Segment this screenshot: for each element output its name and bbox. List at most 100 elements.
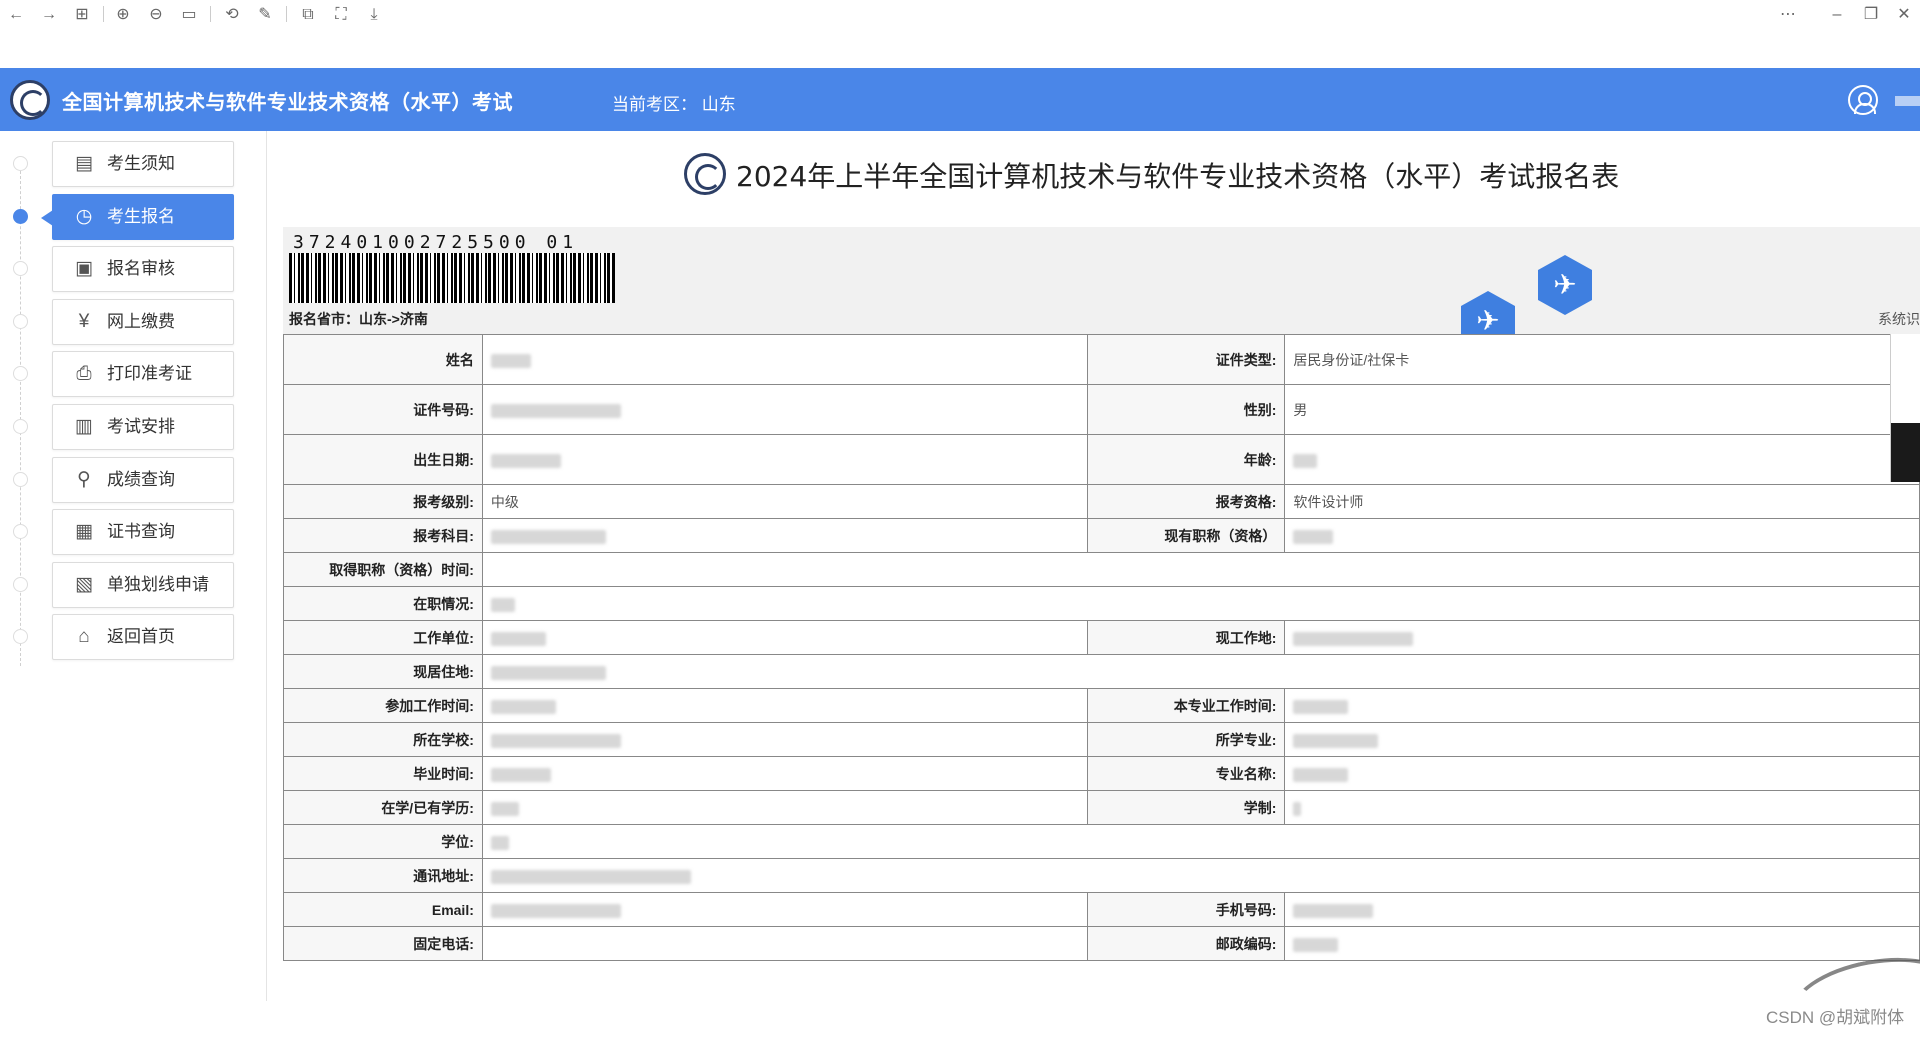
certificate-icon: ▦ bbox=[75, 521, 93, 543]
crop-icon[interactable]: ⧉ bbox=[297, 4, 319, 26]
sidebar-item-label: 证书查询 bbox=[107, 522, 175, 542]
exam-level-value: 中级 bbox=[481, 484, 1088, 519]
edit-icon[interactable]: ✎ bbox=[254, 4, 276, 26]
timeline-dot bbox=[13, 471, 28, 487]
sidebar-item-1[interactable]: ▤ 考生须知 bbox=[52, 141, 234, 187]
table-row: 报考级别: 中级 报考资格: 软件设计师 bbox=[283, 484, 1920, 519]
sidebar-item-10[interactable]: ⌂ 返回首页 bbox=[52, 614, 234, 661]
id-number-value bbox=[481, 384, 1088, 435]
age-label: 年龄: bbox=[1086, 434, 1286, 485]
id-number-label: 证件号码: bbox=[283, 384, 483, 435]
save-icon[interactable]: ⤓ bbox=[363, 4, 385, 26]
gender-label: 性别: bbox=[1086, 384, 1286, 435]
barcode-section: 372401002725500 01 报名省市：山东->济南 系统识 bbox=[283, 227, 1920, 334]
app-header: 全国计算机技术与软件专业技术资格（水平）考试 当前考区： 山东 bbox=[0, 68, 1920, 131]
school-length-value bbox=[1284, 790, 1920, 825]
application-icon: ▧ bbox=[75, 573, 93, 595]
residence-label: 现居住地: bbox=[283, 654, 483, 689]
registration-form-table: 姓名 证件类型: 居民身份证/社保卡 证件号码: 性别: 男 出生日期: 年龄:… bbox=[283, 334, 1920, 961]
sidebar-nav: ▤ 考生须知 ◷ 考生报名 ▣ 报名审核 ¥ 网上缴费 ⎙ 打印准考证 ▥ 考试安排 ⚲ 成绩查询 ▦ 证书查… bbox=[0, 131, 266, 1001]
graduation-time-value bbox=[481, 756, 1088, 791]
id-type-value: 居民身份证/社保卡 bbox=[1284, 334, 1920, 385]
sidebar-item-3[interactable]: ▣ 报名审核 bbox=[52, 246, 234, 293]
timeline-dot bbox=[13, 576, 28, 592]
rotate-icon[interactable]: ⟲ bbox=[221, 4, 243, 26]
current-region-label: 当前考区： 山东 bbox=[612, 95, 736, 114]
fit-icon[interactable]: ▭ bbox=[178, 4, 200, 26]
sidebar-item-6[interactable]: ▥ 考试安排 bbox=[52, 404, 234, 450]
sidebar-divider bbox=[266, 131, 267, 1001]
major-value bbox=[1284, 722, 1920, 757]
zoom-out-icon[interactable]: ⊖ bbox=[145, 4, 167, 26]
residence-value bbox=[481, 654, 1920, 689]
mobile-number-label: 手机号码: bbox=[1086, 892, 1286, 927]
degree-value bbox=[481, 824, 1920, 859]
close-icon[interactable]: ✕ bbox=[1893, 4, 1915, 26]
clock-icon: ◷ bbox=[75, 205, 93, 227]
birth-date-value bbox=[481, 434, 1088, 485]
table-row: 所在学校: 所学专业: bbox=[283, 722, 1920, 757]
table-row: 参加工作时间: 本专业工作时间: bbox=[283, 688, 1920, 723]
schedule-icon: ▥ bbox=[75, 416, 93, 437]
forward-arrow-icon[interactable]: → bbox=[38, 4, 60, 26]
table-row: 报考科目: 现有职称（资格） bbox=[283, 518, 1920, 553]
zoom-in-icon[interactable]: ⊕ bbox=[112, 4, 134, 26]
minimize-icon[interactable]: – bbox=[1826, 4, 1848, 26]
sidebar-item-label: 考生须知 bbox=[107, 154, 175, 173]
barcode bbox=[289, 253, 615, 303]
landline-value bbox=[481, 926, 1088, 961]
timeline-dot bbox=[13, 261, 28, 277]
table-row: 固定电话: 邮政编码: bbox=[283, 926, 1920, 961]
more-icon[interactable]: ⋯ bbox=[1777, 4, 1799, 26]
form-title: 2024年上半年全国计算机技术与软件专业技术资格（水平）考试报名表 bbox=[736, 160, 1620, 193]
sidebar-item-label: 单独划线申请 bbox=[107, 574, 209, 594]
home-icon: ⌂ bbox=[78, 626, 90, 648]
current-title-value bbox=[1284, 518, 1920, 553]
job-status-label: 在职情况: bbox=[283, 586, 483, 621]
landline-label: 固定电话: bbox=[283, 926, 483, 961]
work-location-value bbox=[1284, 620, 1920, 655]
id-type-label: 证件类型: bbox=[1086, 334, 1286, 385]
birth-date-label: 出生日期: bbox=[283, 434, 483, 485]
restore-icon[interactable]: ❐ bbox=[1860, 4, 1882, 26]
applicant-photo bbox=[1890, 334, 1920, 482]
postcode-label: 邮政编码: bbox=[1086, 926, 1286, 961]
exam-qualification-label: 报考资格: bbox=[1086, 484, 1286, 519]
employer-label: 工作单位: bbox=[283, 620, 483, 655]
email-label: Email: bbox=[283, 892, 483, 927]
table-row: 毕业时间: 专业名称: bbox=[283, 756, 1920, 791]
gender-value: 男 bbox=[1284, 384, 1920, 435]
timeline-dot bbox=[13, 524, 28, 540]
work-start-label: 参加工作时间: bbox=[283, 688, 483, 723]
degree-label: 学位: bbox=[283, 824, 483, 859]
sidebar-item-7[interactable]: ⚲ 成绩查询 bbox=[52, 456, 234, 503]
image-viewer-toolbar: ← → ⊞ ⊕ ⊖ ▭ ⟲ ✎ ⧉ ⛶ ⤓ ⋯ – ❐ ✕ bbox=[0, 0, 1920, 68]
timeline-dot bbox=[13, 313, 28, 329]
exam-level-label: 报考级别: bbox=[283, 484, 483, 519]
major-name-label: 专业名称: bbox=[1086, 756, 1286, 791]
sidebar-item-2[interactable]: ◷ 考生报名 bbox=[41, 193, 234, 240]
postcode-value bbox=[1284, 926, 1920, 961]
table-row: Email: 手机号码: bbox=[283, 892, 1920, 927]
work-location-label: 现工作地: bbox=[1086, 620, 1286, 655]
sidebar-item-9[interactable]: ▧ 单独划线申请 bbox=[52, 561, 234, 608]
user-account-icon[interactable] bbox=[1848, 85, 1878, 115]
exam-logo-icon bbox=[10, 80, 50, 120]
sidebar-item-label: 返回首页 bbox=[107, 627, 175, 647]
sidebar-item-5[interactable]: ⎙ 打印准考证 bbox=[52, 351, 234, 398]
name-label: 姓名 bbox=[283, 334, 483, 385]
fullscreen-icon[interactable]: ⛶ bbox=[330, 4, 352, 26]
back-arrow-icon[interactable]: ← bbox=[5, 4, 27, 26]
job-status-value bbox=[481, 586, 1920, 621]
school-value bbox=[481, 722, 1088, 757]
major-name-value bbox=[1284, 756, 1920, 791]
sidebar-item-label: 打印准考证 bbox=[107, 364, 192, 384]
name-value bbox=[481, 334, 1088, 385]
header-username[interactable] bbox=[1895, 96, 1920, 106]
registration-place: 报名省市：山东->济南 bbox=[289, 311, 428, 327]
grid-icon[interactable]: ⊞ bbox=[71, 4, 93, 26]
mobile-number-value bbox=[1284, 892, 1920, 927]
app-title: 全国计算机技术与软件专业技术资格（水平）考试 bbox=[62, 92, 513, 114]
sidebar-item-8[interactable]: ▦ 证书查询 bbox=[52, 509, 234, 556]
sidebar-item-4[interactable]: ¥ 网上缴费 bbox=[52, 298, 234, 345]
